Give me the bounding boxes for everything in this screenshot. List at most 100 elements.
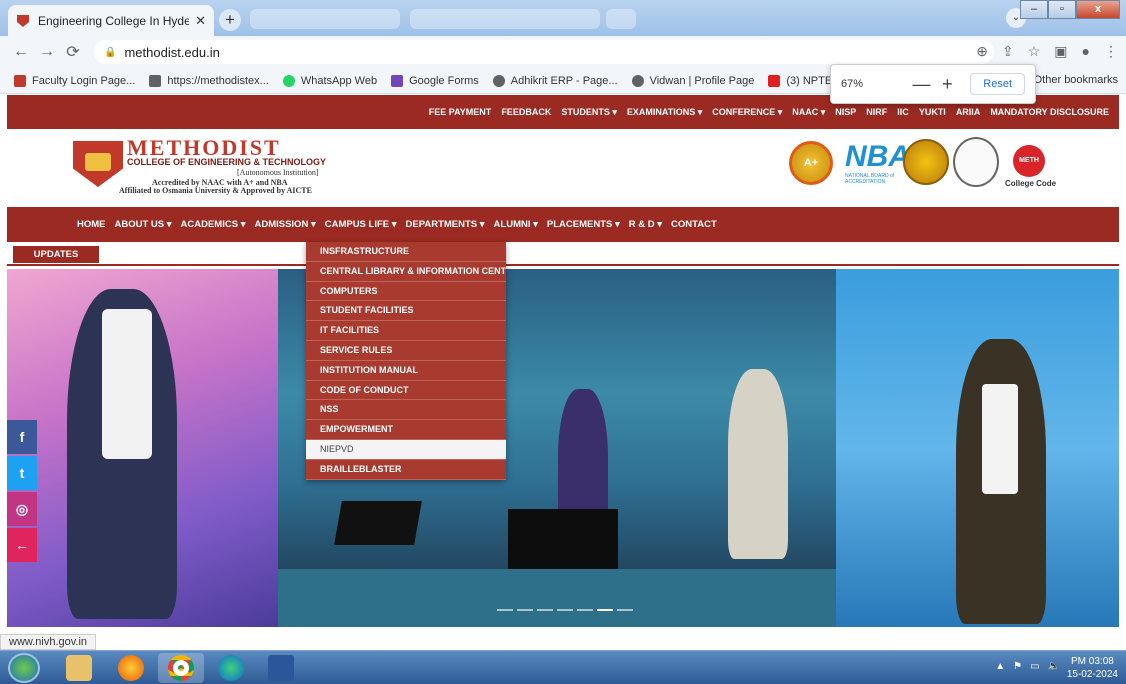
top-link[interactable]: NIRF: [866, 107, 887, 117]
start-button-icon[interactable]: [8, 653, 40, 683]
edge-icon[interactable]: [208, 653, 254, 683]
minimize-icon[interactable]: –: [1020, 0, 1048, 19]
other-bookmarks[interactable]: Other bookmarks: [1034, 74, 1118, 86]
status-url: www.nivh.gov.in: [0, 634, 97, 650]
main-nav-item[interactable]: ADMISSION ▾: [254, 219, 315, 230]
main-nav-item[interactable]: HOME: [77, 219, 106, 230]
top-link[interactable]: IIC: [897, 107, 909, 117]
bookmark-item[interactable]: Google Forms: [391, 74, 479, 87]
main-nav-item[interactable]: ABOUT US ▾: [115, 219, 172, 230]
top-link[interactable]: YUKTI: [919, 107, 946, 117]
updates-label[interactable]: UPDATES: [13, 246, 99, 263]
campus-life-menu-item[interactable]: IT FACILITIES: [306, 321, 506, 341]
campus-life-menu-item[interactable]: NSS: [306, 400, 506, 421]
volume-icon[interactable]: 🔈: [1048, 661, 1060, 672]
zoom-reset-button[interactable]: Reset: [970, 73, 1026, 95]
instagram-icon[interactable]: ◎: [7, 492, 37, 526]
college-code-badge: METH: [1013, 145, 1045, 177]
slider-dot[interactable]: [537, 609, 553, 611]
window-close-icon[interactable]: x: [1076, 0, 1120, 19]
main-nav-item[interactable]: DEPARTMENTS ▾: [406, 219, 485, 230]
campus-life-menu-item[interactable]: BRAILLEBLASTER: [306, 460, 506, 480]
campus-life-menu-item[interactable]: INSTITUTION MANUAL: [306, 361, 506, 381]
main-nav-item[interactable]: CAMPUS LIFE ▾: [325, 219, 397, 230]
browser-tab[interactable]: [606, 9, 636, 29]
bookmark-item[interactable]: https://methodistex...: [149, 74, 269, 87]
reload-icon[interactable]: ⟳: [60, 42, 86, 62]
campus-life-menu-item[interactable]: INSFRASTRUCTURE: [306, 242, 506, 262]
system-clock[interactable]: PM 03:08 15-02-2024: [1067, 655, 1118, 681]
nba-logo: NBA NATIONAL BOARD of ACCREDITATION: [845, 141, 910, 186]
share-arrow-icon[interactable]: ←: [7, 528, 37, 562]
slider-dot[interactable]: [617, 609, 633, 611]
zoom-icon[interactable]: ⊕: [976, 43, 988, 60]
slider-pagination[interactable]: [497, 609, 633, 611]
campus-life-dropdown: INSFRASTRUCTURE CENTRAL LIBRARY & INFORMA…: [306, 242, 506, 480]
maximize-icon[interactable]: ▫: [1048, 0, 1076, 19]
campus-life-menu-item[interactable]: EMPOWERMENT: [306, 420, 506, 440]
new-tab-button[interactable]: +: [219, 9, 241, 31]
action-center-flag-icon[interactable]: ⚑: [1013, 661, 1022, 672]
tab-strip: Engineering College In Hyderab ✕ + ⌄ – ▫…: [0, 0, 1126, 36]
campus-life-menu-item[interactable]: SERVICE RULES: [306, 341, 506, 361]
twitter-icon[interactable]: t: [7, 456, 37, 490]
top-link[interactable]: NAAC ▾: [792, 107, 825, 118]
back-arrow-icon[interactable]: ←: [8, 43, 34, 61]
top-link[interactable]: MANDATORY DISCLOSURE: [990, 107, 1109, 117]
network-icon[interactable]: ▭: [1030, 661, 1039, 672]
slider-dot[interactable]: [497, 609, 513, 611]
top-link[interactable]: FEE PAYMENT: [429, 107, 492, 117]
autonomous-label: [Autonomous Institution]: [237, 168, 319, 177]
side-panel-icon[interactable]: ▣: [1054, 43, 1067, 60]
browser-tab-active[interactable]: Engineering College In Hyderab ✕: [8, 5, 214, 36]
top-link[interactable]: STUDENTS ▾: [561, 107, 617, 118]
top-link[interactable]: CONFERENCE ▾: [712, 107, 782, 118]
bookmark-item[interactable]: Vidwan | Profile Page: [631, 74, 754, 87]
slider-dot[interactable]: [577, 609, 593, 611]
browser-tab[interactable]: [410, 9, 600, 29]
campus-life-menu-item[interactable]: CODE OF CONDUCT: [306, 381, 506, 401]
firefox-icon[interactable]: [108, 653, 154, 683]
word-icon[interactable]: [258, 653, 304, 683]
top-link[interactable]: ARIIA: [956, 107, 981, 117]
main-nav-item[interactable]: R & D ▾: [629, 219, 662, 230]
zoom-in-button[interactable]: +: [934, 74, 960, 95]
campus-life-menu-item[interactable]: COMPUTERS: [306, 282, 506, 302]
system-tray: ▲ ⚑ ▭ 🔈: [995, 661, 1060, 672]
bookmark-item[interactable]: WhatsApp Web: [282, 74, 378, 87]
tab-close-icon[interactable]: ✕: [195, 13, 206, 29]
slider-dot[interactable]: [557, 609, 573, 611]
browser-tab[interactable]: [250, 9, 400, 29]
bookmark-item[interactable]: Faculty Login Page...: [14, 74, 135, 87]
hero-slider[interactable]: [7, 269, 1119, 627]
slider-dot-active[interactable]: [597, 609, 613, 611]
main-nav-item[interactable]: ALUMNI ▾: [494, 219, 538, 230]
campus-life-menu-item[interactable]: CENTRAL LIBRARY & INFORMATION CENTRE: [306, 262, 506, 282]
address-bar[interactable]: 🔒 methodist.edu.in: [94, 40, 994, 64]
tray-expand-icon[interactable]: ▲: [995, 661, 1005, 672]
facebook-icon[interactable]: f: [7, 420, 37, 454]
forward-arrow-icon[interactable]: →: [34, 43, 60, 61]
campus-life-menu-item[interactable]: NIEPVD: [306, 439, 506, 460]
main-nav-item[interactable]: ACADEMICS ▾: [181, 219, 246, 230]
star-icon[interactable]: ☆: [1028, 43, 1041, 60]
zoom-out-button[interactable]: —: [909, 74, 935, 95]
campus-life-menu-item[interactable]: STUDENT FACILITIES: [306, 301, 506, 322]
profile-icon[interactable]: ●: [1082, 43, 1090, 60]
menu-kebab-icon[interactable]: ⋮: [1104, 43, 1118, 60]
top-link[interactable]: FEEDBACK: [501, 107, 551, 117]
globe-icon: [149, 74, 162, 87]
college-crest-icon: [73, 141, 123, 187]
main-nav-item[interactable]: CONTACT: [671, 219, 717, 230]
chrome-icon[interactable]: [158, 653, 204, 683]
aicte-logo-icon: [903, 139, 949, 185]
top-link[interactable]: NISP: [835, 107, 856, 117]
top-link[interactable]: EXAMINATIONS ▾: [627, 107, 702, 118]
bookmark-item[interactable]: Adhikrit ERP - Page...: [492, 74, 618, 87]
bookmark-label: WhatsApp Web: [300, 74, 378, 87]
share-icon[interactable]: ⇪: [1002, 43, 1014, 60]
main-nav-item[interactable]: PLACEMENTS ▾: [547, 219, 620, 230]
slider-dot[interactable]: [517, 609, 533, 611]
slide-image-dancer: [7, 269, 278, 627]
file-explorer-icon[interactable]: [56, 653, 102, 683]
